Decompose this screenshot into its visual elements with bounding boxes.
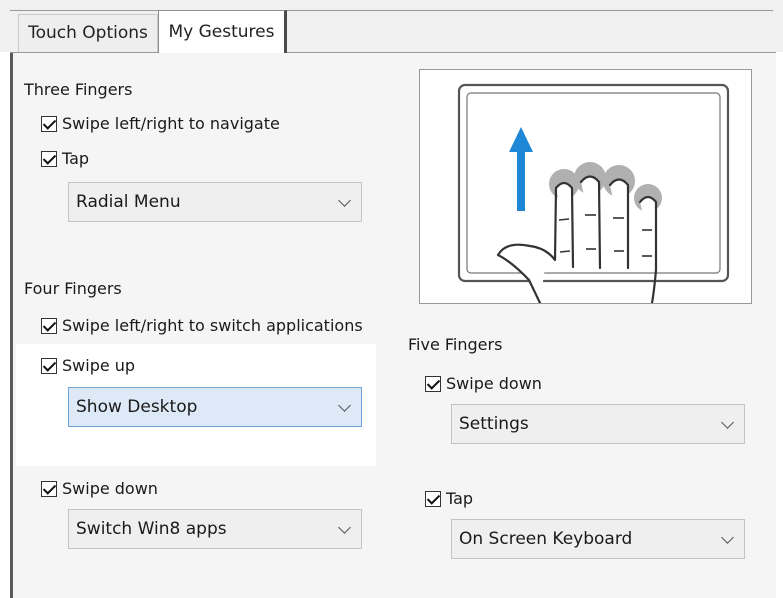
four-finger-swipe-up-icon (457, 83, 730, 305)
chevron-down-icon (338, 399, 351, 412)
chevron-down-icon (338, 194, 351, 207)
four-fingers-swipe-down-value: Switch Win8 apps (76, 519, 227, 539)
gesture-preview (419, 69, 752, 305)
three-fingers-tap-dropdown[interactable]: Radial Menu (68, 182, 362, 222)
tab-strip-border (10, 10, 773, 11)
three-fingers-title: Three Fingers (24, 80, 133, 99)
four-fingers-swipe-lr-checkbox[interactable] (41, 317, 57, 334)
three-fingers-tap-checkbox[interactable] (41, 150, 57, 167)
five-fingers-title: Five Fingers (408, 335, 503, 354)
four-fingers-swipe-down-checkbox[interactable] (41, 480, 57, 497)
five-fingers-tap-label: Tap (446, 489, 474, 508)
four-fingers-swipe-up-value: Show Desktop (76, 397, 198, 417)
three-fingers-swipe-row[interactable]: Swipe left/right to navigate (41, 114, 280, 133)
five-fingers-tap-dropdown[interactable]: On Screen Keyboard (451, 519, 745, 559)
four-fingers-swipe-up-checkbox[interactable] (41, 357, 57, 374)
three-fingers-swipe-label: Swipe left/right to navigate (62, 114, 280, 133)
four-fingers-swipe-down-dropdown[interactable]: Switch Win8 apps (68, 509, 362, 549)
three-fingers-tap-label: Tap (62, 149, 90, 168)
four-fingers-swipe-up-row[interactable]: Swipe up (41, 356, 135, 375)
five-fingers-tap-checkbox[interactable] (425, 490, 441, 507)
tab-strip: Touch Options My Gestures (0, 0, 783, 53)
three-fingers-swipe-checkbox[interactable] (41, 115, 57, 132)
tab-my-gestures[interactable]: My Gestures (158, 10, 287, 53)
four-fingers-swipe-down-row[interactable]: Swipe down (41, 479, 158, 498)
five-fingers-swipe-down-dropdown[interactable]: Settings (451, 404, 745, 444)
three-fingers-tap-row[interactable]: Tap (41, 149, 89, 168)
five-fingers-swipe-down-label: Swipe down (446, 374, 542, 393)
four-fingers-title: Four Fingers (24, 279, 122, 298)
four-fingers-swipe-up-label: Swipe up (62, 356, 136, 375)
four-fingers-swipe-down-label: Swipe down (62, 479, 158, 498)
five-fingers-swipe-down-checkbox[interactable] (425, 375, 441, 392)
four-fingers-swipe-lr-label: Swipe left/right to switch applications (62, 316, 363, 335)
three-fingers-tap-value: Radial Menu (76, 192, 181, 212)
four-fingers-swipe-up-dropdown[interactable]: Show Desktop (68, 387, 362, 427)
tab-touch-options[interactable]: Touch Options (18, 14, 158, 52)
five-fingers-tap-value: On Screen Keyboard (459, 529, 633, 549)
chevron-down-icon (721, 416, 734, 429)
four-fingers-swipe-lr-row[interactable]: Swipe left/right to switch applications (41, 316, 363, 335)
chevron-down-icon (721, 531, 734, 544)
chevron-down-icon (338, 521, 351, 534)
five-fingers-swipe-down-value: Settings (459, 414, 529, 434)
five-fingers-tap-row[interactable]: Tap (425, 489, 473, 508)
five-fingers-swipe-down-row[interactable]: Swipe down (425, 374, 542, 393)
